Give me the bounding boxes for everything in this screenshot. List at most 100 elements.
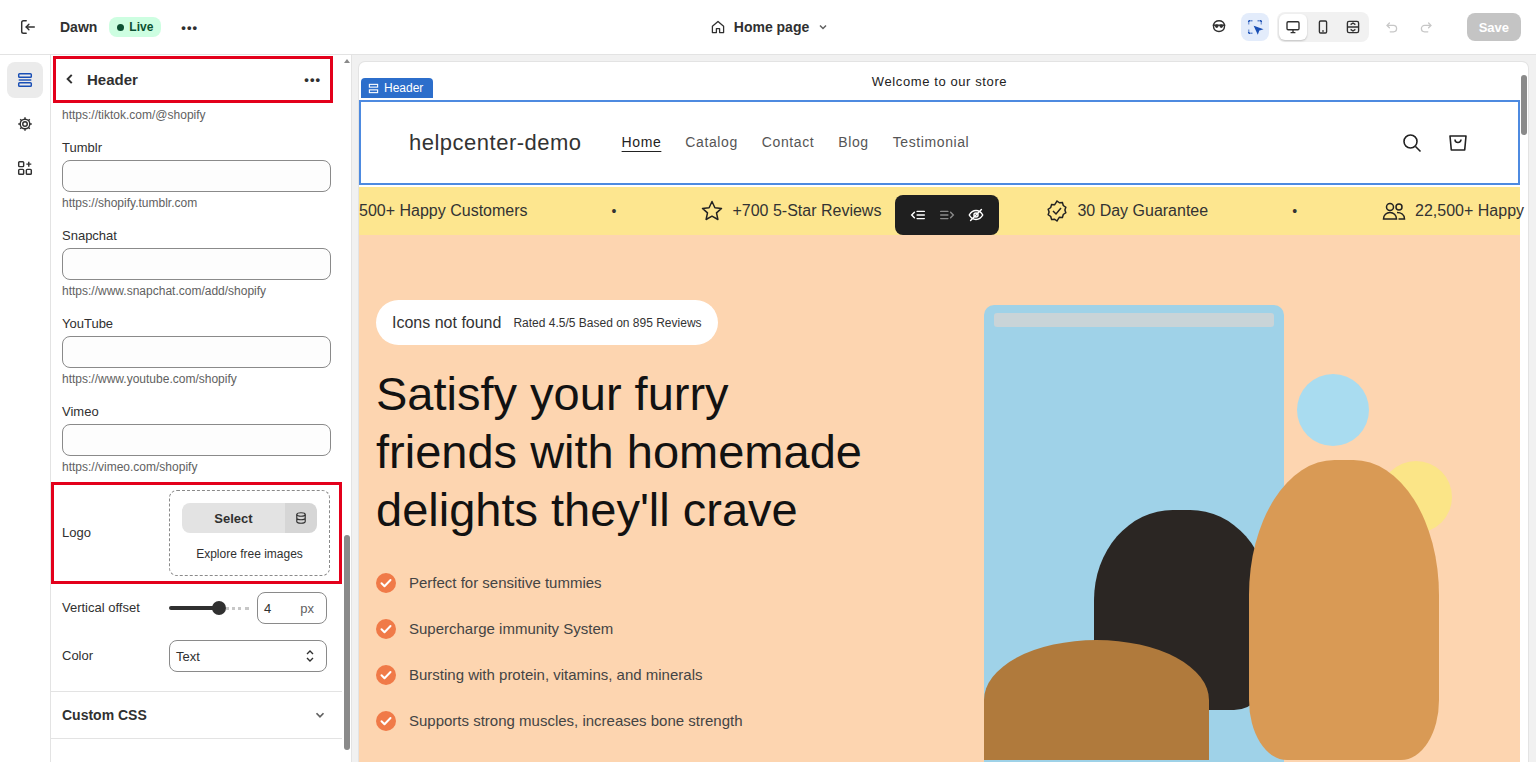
desktop-view-button[interactable] — [1279, 14, 1307, 40]
undo-icon — [1383, 19, 1399, 35]
marquee-text: • — [612, 203, 617, 219]
check-circle-icon — [376, 619, 396, 639]
hero-section: Icons not found Rated 4.5/5 Based on 895… — [359, 235, 1520, 762]
inspect-icon — [1210, 18, 1228, 36]
paw-circle — [1297, 374, 1369, 446]
fullscreen-view-button[interactable] — [1339, 14, 1367, 40]
select-tool-button[interactable] — [1241, 13, 1269, 41]
food-bowl — [984, 640, 1209, 760]
apps-icon — [16, 159, 34, 177]
tan-dog — [1249, 460, 1439, 760]
exit-button[interactable] — [14, 13, 42, 41]
offset-label: Vertical offset — [62, 599, 169, 617]
slider-thumb[interactable] — [212, 601, 226, 615]
field-label: YouTube — [62, 314, 331, 334]
custom-css-label: Custom CSS — [62, 707, 147, 723]
field-input[interactable] — [62, 160, 331, 192]
benefit-item: Supercharge immunity System — [376, 618, 984, 640]
marquee-item: +700 5-Star Reviews — [700, 199, 881, 223]
field-input[interactable] — [62, 336, 331, 368]
side-rail — [0, 55, 51, 762]
offset-input[interactable]: 4 px — [257, 592, 327, 624]
search-icon[interactable] — [1401, 132, 1423, 154]
nav-link[interactable]: Blog — [838, 134, 868, 152]
field-label: Tumblr — [62, 138, 331, 158]
nav-link[interactable]: Home — [622, 134, 662, 152]
custom-css-toggle[interactable]: Custom CSS — [51, 691, 342, 739]
field-input[interactable] — [62, 424, 331, 456]
scrollbar-thumb[interactable] — [344, 535, 350, 750]
heading-line: Satisfy your furry — [376, 365, 984, 423]
store-preview: Welcome to our store Header helpcenter-d… — [352, 55, 1536, 762]
color-select[interactable]: Text — [169, 640, 327, 672]
nav-link[interactable]: Catalog — [685, 134, 737, 152]
select-image-button[interactable]: Select — [182, 503, 285, 533]
preview-frame: Welcome to our store Header helpcenter-d… — [359, 62, 1528, 762]
panel-more-button[interactable]: ••• — [304, 72, 321, 87]
live-badge: Live — [109, 17, 161, 37]
star-icon — [700, 199, 724, 223]
product-photo — [984, 235, 1520, 762]
undo-button[interactable] — [1377, 13, 1405, 41]
section-tag: Header — [361, 78, 433, 98]
top-bar: Dawn Live ••• Home page Save — [0, 0, 1536, 55]
field-hint: https://shopify.tumblr.com — [62, 195, 331, 211]
theme-editor: Dawn Live ••• Home page Save Header ••• … — [0, 0, 1536, 762]
check-badge-icon — [1045, 199, 1069, 223]
fullscreen-icon — [1345, 19, 1361, 35]
theme-more-button[interactable]: ••• — [173, 16, 206, 39]
field-hint: https://tiktok.com/@shopify — [51, 107, 342, 123]
database-icon — [294, 511, 308, 525]
field-input[interactable] — [62, 248, 331, 280]
redo-button[interactable] — [1413, 13, 1441, 41]
store-name[interactable]: helpcenter-demo — [409, 130, 582, 156]
preview-scrollbar[interactable] — [1520, 62, 1528, 762]
people-icon — [1381, 199, 1407, 223]
page-name: Home page — [734, 19, 809, 35]
offset-slider[interactable] — [169, 601, 249, 615]
benefit-text: Bursting with protein, vitamins, and min… — [409, 664, 702, 686]
apps-rail-button[interactable] — [7, 150, 43, 186]
rating-text: Rated 4.5/5 Based on 895 Reviews — [513, 316, 701, 330]
scroll-up-arrow[interactable] — [344, 59, 350, 63]
social-field: Vimeo https://vimeo.com/shopify — [51, 402, 342, 475]
page-picker[interactable]: Home page — [700, 13, 839, 41]
store-header[interactable]: Header helpcenter-demo HomeCatalogContac… — [359, 100, 1520, 185]
scrollbar-thumb[interactable] — [1521, 75, 1527, 135]
panel-scrollbar[interactable] — [342, 55, 351, 762]
benefit-text: Supports strong muscles, increases bone … — [409, 710, 743, 732]
benefit-list: Perfect for sensitive tummies Supercharg… — [376, 572, 984, 732]
back-button[interactable] — [63, 72, 77, 86]
move-left-icon[interactable] — [909, 206, 927, 224]
settings-rail-button[interactable] — [7, 106, 43, 142]
nav-link[interactable]: Testimonial — [893, 134, 970, 152]
mobile-icon — [1315, 19, 1331, 35]
marquee-item: 22,500+ Happy — [1381, 199, 1524, 223]
panel-title: Header — [87, 71, 304, 88]
image-picker: Select Explore free images — [169, 490, 330, 576]
color-setting: Color Text — [51, 632, 342, 680]
block-toolbar — [895, 195, 999, 235]
color-label: Color — [62, 647, 169, 665]
announcement-bar: Welcome to our store — [359, 62, 1520, 100]
home-icon — [710, 19, 726, 35]
field-label: Snapchat — [62, 226, 331, 246]
social-field: Snapchat https://www.snapchat.com/add/sh… — [51, 226, 342, 299]
select-arrows-icon — [304, 649, 316, 663]
cart-icon[interactable] — [1447, 132, 1469, 154]
explore-free-images-link[interactable]: Explore free images — [196, 547, 303, 561]
select-cursor-icon — [1246, 18, 1264, 36]
mobile-view-button[interactable] — [1309, 14, 1337, 40]
hide-eye-icon[interactable] — [967, 206, 985, 224]
sections-rail-button[interactable] — [7, 62, 43, 98]
inspect-tool-button[interactable] — [1205, 13, 1233, 41]
gear-icon — [16, 115, 34, 133]
library-button[interactable] — [285, 503, 317, 533]
save-button[interactable]: Save — [1467, 13, 1521, 41]
nav-link[interactable]: Contact — [762, 134, 814, 152]
sections-icon — [16, 71, 34, 89]
editor-body: Header ••• https://tiktok.com/@shopify T… — [0, 55, 1536, 762]
move-right-icon[interactable] — [938, 206, 956, 224]
field-hint: https://www.youtube.com/shopify — [62, 371, 331, 387]
benefit-item: Supports strong muscles, increases bone … — [376, 710, 984, 732]
